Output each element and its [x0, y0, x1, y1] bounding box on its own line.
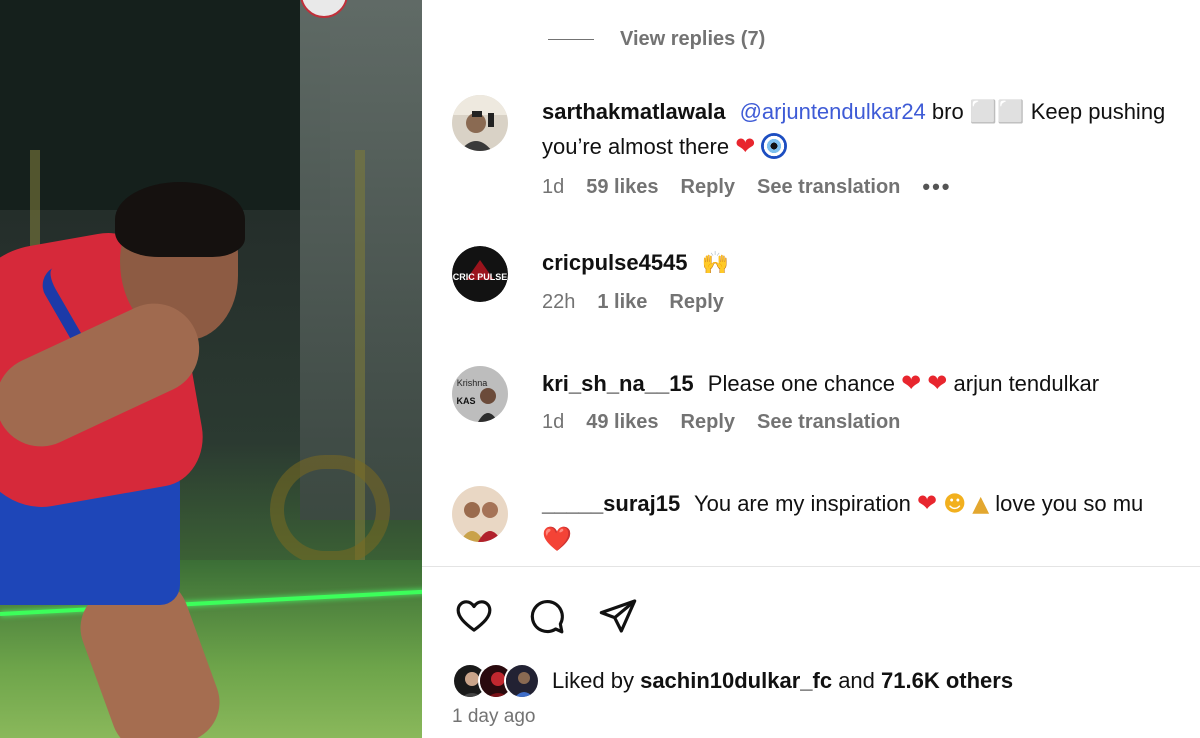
heart-emoji-icon: ❤️ — [542, 525, 572, 553]
comment-icon[interactable] — [524, 594, 568, 638]
comment-text: You are my inspiration — [693, 491, 911, 516]
folded-hands-emoji-icon: ▲ — [972, 492, 990, 517]
svg-text:KAS: KAS — [456, 396, 475, 406]
comment-likes[interactable]: 59 likes — [586, 176, 658, 199]
avatar[interactable]: Krishna KAS — [452, 366, 508, 422]
avatar — [504, 663, 540, 699]
avatar[interactable]: CRIC PULSE — [452, 246, 508, 302]
comment-time: 1d — [542, 175, 565, 198]
more-options-icon[interactable]: ••• — [922, 174, 951, 200]
comment-time: 1d — [542, 411, 565, 433]
see-translation-button[interactable]: See translation — [757, 411, 900, 434]
likes-prefix: Liked by — [552, 668, 634, 693]
heart-emoji-icon: ❤ — [735, 132, 756, 160]
comment-username[interactable]: cricpulse4545 — [542, 250, 688, 275]
reply-button[interactable]: Reply — [669, 291, 723, 314]
reply-button[interactable]: Reply — [681, 176, 735, 199]
comment-text: bro ⬜⬜ Keep pushing — [931, 99, 1166, 124]
see-translation-button[interactable]: See translation — [757, 176, 900, 199]
divider — [422, 566, 1200, 567]
heart-icon[interactable] — [452, 594, 496, 638]
heart-emoji-icon: ❤ — [916, 489, 938, 517]
post-actions — [452, 594, 668, 638]
comment-text-line2: you’re almost there — [542, 134, 730, 159]
share-icon[interactable] — [596, 594, 640, 638]
evil-eye-emoji-icon — [761, 133, 788, 160]
svg-text:CRIC PULSE: CRIC PULSE — [453, 272, 508, 282]
comment-username[interactable]: sarthakmatlawala — [542, 99, 725, 124]
heart-emoji-icon: ❤ — [927, 369, 948, 397]
comment-text: Please one chance — [707, 371, 895, 396]
post-timestamp: 1 day ago — [452, 706, 536, 727]
avatar[interactable] — [452, 486, 508, 542]
comment-text-after: love you so mu — [995, 491, 1144, 516]
comment-username[interactable]: kri_sh_na__15 — [542, 371, 694, 396]
heart-emoji-icon: ❤ — [901, 369, 922, 397]
likes-summary[interactable]: Liked by sachin10dulkar_fc and 71.6K oth… — [452, 663, 1013, 699]
view-replies-label: View replies (7) — [620, 28, 766, 50]
avatar[interactable] — [452, 95, 508, 151]
comment-username[interactable]: _____suraj15 — [542, 491, 680, 516]
raised-hands-emoji-icon: 🙌 — [701, 251, 730, 276]
heart-eyes-emoji-icon: ☻ — [943, 492, 967, 517]
svg-text:Krishna: Krishna — [457, 378, 488, 388]
post-photo — [0, 0, 422, 738]
likes-others[interactable]: 71.6K others — [881, 668, 1013, 693]
reply-button[interactable]: Reply — [681, 411, 735, 434]
comment-time: 22h — [542, 291, 576, 313]
comments-panel: View replies (7) sarthakmatlawala @arjun… — [422, 0, 1200, 738]
view-replies-button[interactable]: View replies (7) — [548, 28, 765, 51]
liked-by-user[interactable]: sachin10dulkar_fc — [640, 668, 832, 693]
comment-text-after: arjun tendulkar — [953, 371, 1100, 396]
comment-likes[interactable]: 49 likes — [586, 411, 658, 434]
comment-likes[interactable]: 1 like — [597, 291, 647, 314]
comment-mention[interactable]: @arjuntendulkar24 — [740, 99, 926, 124]
